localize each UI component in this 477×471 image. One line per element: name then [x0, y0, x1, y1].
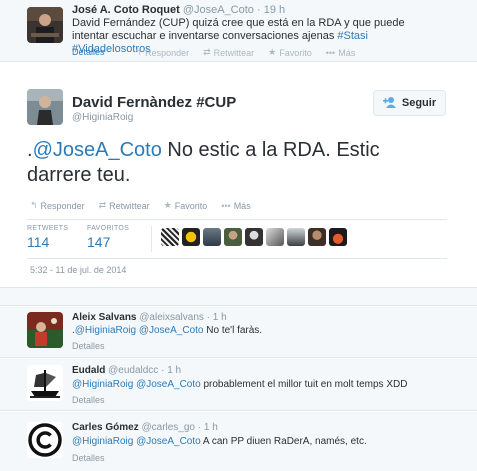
retweet-icon: ⇄	[98, 200, 107, 210]
favorites-stat[interactable]: FAVORITOS 147	[87, 225, 129, 250]
retweet-icon: ⇄	[203, 47, 211, 57]
reply-header: Eudald @eudaldcc · 1 h	[72, 365, 182, 376]
more-label: Más	[233, 200, 251, 211]
favoriter-avatar[interactable]	[182, 228, 200, 246]
reply-header: Carles Gómez @carles_go · 1 h	[72, 422, 218, 433]
favorites-label: FAVORITOS	[87, 225, 130, 232]
tweet-text: A can PP diuen RaDerA, namés, etc.	[200, 436, 367, 447]
author-name[interactable]: Carles Gómez	[72, 422, 139, 433]
author-name[interactable]: Eudald	[72, 365, 105, 376]
reply-label: Responder	[145, 47, 190, 58]
main-tweet: David Fernàndez #CUP @HiginiaRoig Seguir…	[0, 63, 477, 288]
favoriter-avatar[interactable]	[161, 228, 179, 246]
main-tweet-actions: ↰ Responder ⇄ Retwittear ★ Favorito ••• Más	[30, 200, 251, 211]
favorites-count: 147	[87, 234, 111, 250]
more-button[interactable]: ••• Más	[326, 47, 355, 58]
copyright-icon	[27, 422, 63, 458]
favoriters-avatars	[161, 228, 347, 246]
reply-tweet: Aleix Salvans @aleixsalvans · 1 h .@Higi…	[0, 307, 477, 358]
top-tweet: José A. Coto Roquet @JoseA_Coto · 19 h D…	[0, 0, 477, 62]
favoriter-avatar[interactable]	[287, 228, 305, 246]
mention-links[interactable]: @HiginiaRoig @JoseA_Coto	[72, 436, 201, 447]
follow-label: Seguir	[401, 97, 437, 109]
reply-text: @HiginiaRoig @JoseA_Coto A can PP diuen …	[72, 436, 367, 447]
favorite-icon: ★	[163, 200, 172, 210]
author-handle[interactable]: @carles_go	[141, 422, 195, 433]
tweet-text: probablement el millor tuit en molt temp…	[200, 379, 408, 390]
reply-text: .@HiginiaRoig @JoseA_Coto No te'l faràs.	[72, 325, 262, 336]
author-handle[interactable]: @eudaldcc	[108, 365, 158, 376]
reply-tweet: Carles Gómez @carles_go · 1 h @HiginiaRo…	[0, 412, 477, 471]
avatar-aleix-salvans[interactable]	[27, 312, 63, 348]
tweet-date[interactable]: 5:32 - 11 de jul. de 2014	[30, 265, 126, 275]
reply-tweet: Eudald @eudaldcc · 1 h @HiginiaRoig @Jos…	[0, 359, 477, 411]
more-icon: •••	[325, 47, 336, 58]
tweet-text: No te'l faràs.	[203, 325, 263, 336]
retweet-button[interactable]: ⇄ Retwittear	[99, 200, 150, 211]
stats-divider	[151, 226, 152, 252]
author-name[interactable]: David Fernàndez #CUP	[72, 94, 236, 111]
favorite-button[interactable]: ★ Favorito	[164, 200, 208, 211]
favoriter-avatar[interactable]	[329, 228, 347, 246]
tweet-time[interactable]: 1 h	[213, 312, 227, 323]
favoriter-avatar[interactable]	[266, 228, 284, 246]
favorite-icon: ★	[268, 47, 277, 57]
details-link[interactable]: Detalles	[72, 47, 105, 58]
mention-links[interactable]: @HiginiaRoig @JoseA_Coto	[72, 379, 201, 390]
follow-button[interactable]: Seguir	[373, 90, 446, 116]
reply-header: Aleix Salvans @aleixsalvans · 1 h	[72, 312, 227, 323]
more-icon: •••	[221, 200, 231, 211]
favorite-button[interactable]: ★ Favorito	[268, 47, 312, 58]
reply-button[interactable]: ↰ Responder	[30, 200, 85, 211]
avatar-jose-coto[interactable]	[27, 7, 63, 43]
tweet-time[interactable]: 1 h	[204, 422, 218, 433]
top-tweet-header: José A. Coto Roquet @JoseA_Coto · 19 h	[72, 4, 286, 16]
author-handle[interactable]: @aleixsalvans	[139, 312, 204, 323]
favoriter-avatar[interactable]	[245, 228, 263, 246]
details-link[interactable]: Detalles	[72, 341, 105, 351]
mention-links[interactable]: @HiginiaRoig @JoseA_Coto	[75, 325, 204, 336]
tweet-time[interactable]: 1 h	[167, 365, 181, 376]
reply-icon: ↰	[30, 200, 38, 210]
favoriter-avatar[interactable]	[308, 228, 326, 246]
avatar-carles-gomez[interactable]	[27, 422, 63, 458]
retweet-label: Retwittear	[213, 47, 255, 58]
more-label: Más	[338, 47, 356, 58]
favorite-label: Favorito	[279, 47, 312, 58]
author-handle[interactable]: @JoseA_Coto	[183, 4, 254, 16]
author-name[interactable]: Aleix Salvans	[72, 312, 136, 323]
reply-button[interactable]: ↰ Responder	[135, 47, 190, 58]
retweets-stat[interactable]: RETWEETS 114	[27, 225, 68, 250]
more-button[interactable]: ••• Más	[221, 200, 250, 211]
details-link[interactable]: Detalles	[72, 395, 105, 405]
favorite-label: Favorito	[174, 200, 208, 211]
main-tweet-text: .@JoseA_Coto No estic a la RDA. Estic da…	[27, 138, 447, 188]
retweets-count: 114	[27, 234, 50, 250]
author-handle[interactable]: @HiginiaRoig	[72, 112, 133, 123]
retweets-label: RETWEETS	[27, 225, 69, 232]
avatar-david-fernandez[interactable]	[27, 89, 63, 125]
tweet-stats: RETWEETS 114 FAVORITOS 147	[27, 219, 447, 259]
avatar-eudald[interactable]	[27, 365, 63, 401]
details-link[interactable]: Detalles	[72, 453, 105, 463]
author-name[interactable]: José A. Coto Roquet	[72, 4, 180, 16]
reply-text: @HiginiaRoig @JoseA_Coto probablement el…	[72, 379, 407, 390]
reply-icon: ↰	[134, 47, 143, 57]
tweet-time[interactable]: 19 h	[264, 4, 285, 16]
retweet-button[interactable]: ⇄ Retwittear	[203, 47, 254, 58]
reply-label: Responder	[40, 200, 85, 211]
follow-user-icon	[382, 96, 397, 111]
favoriter-avatar[interactable]	[203, 228, 221, 246]
mention-link[interactable]: @JoseA_Coto	[33, 139, 162, 161]
favoriter-avatar[interactable]	[224, 228, 242, 246]
replies-separator	[0, 288, 477, 306]
top-tweet-actions: Detalles ↰ Responder ⇄ Retwittear ★ Favorit…	[72, 47, 355, 58]
retweet-label: Retwittear	[109, 200, 150, 211]
